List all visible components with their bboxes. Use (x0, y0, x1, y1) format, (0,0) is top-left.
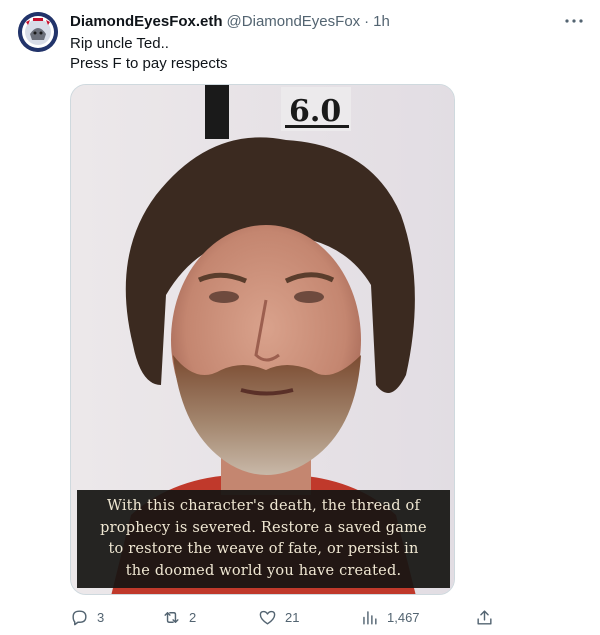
tweet[interactable]: DiamondEyesFox.eth @DiamondEyesFox · 1h … (0, 0, 600, 635)
share-icon (477, 609, 492, 625)
caption-line: prophecy is severed. Restore a saved gam… (100, 519, 427, 536)
tweet-time[interactable]: 1h (373, 13, 390, 30)
more-icon[interactable] (563, 12, 585, 30)
tweet-text: Rip uncle Ted.. Press F to pay respects (70, 34, 228, 74)
author-handle[interactable]: @DiamondEyesFox (227, 13, 361, 30)
caption-line: the doomed world you have created. (125, 562, 402, 579)
like-button[interactable]: 21 (258, 606, 299, 628)
tweet-image[interactable]: 6.0 With this character's death, the thr… (70, 84, 455, 595)
like-count: 21 (285, 609, 300, 625)
height-placard: 6.0 (289, 94, 341, 129)
game-over-caption: With this character's death, the thread … (77, 490, 450, 588)
retweet-button[interactable]: 2 (162, 606, 196, 628)
tweet-header: DiamondEyesFox.eth @DiamondEyesFox · 1h (70, 11, 390, 31)
caption-line: to restore the weave of fate, or persist… (108, 541, 419, 557)
reply-button[interactable]: 3 (70, 606, 104, 628)
avatar[interactable] (18, 12, 58, 52)
author-name[interactable]: DiamondEyesFox.eth (70, 13, 223, 30)
tweet-text-line: Press F to pay respects (70, 55, 228, 72)
tweet-actions: 3 2 21 1,467 (70, 606, 500, 628)
reply-count: 3 (97, 609, 105, 625)
tweet-text-line: Rip uncle Ted.. (70, 35, 169, 52)
retweet-count: 2 (189, 609, 197, 625)
views-count: 1,467 (387, 609, 420, 625)
heart-icon (259, 610, 276, 625)
retweet-icon (164, 611, 179, 623)
reply-icon (72, 609, 87, 625)
views-icon (363, 610, 377, 625)
share-button[interactable] (475, 606, 494, 628)
views-button[interactable]: 1,467 (360, 606, 420, 628)
caption-line: With this character's death, the thread … (106, 498, 421, 514)
separator-dot: · (364, 12, 370, 30)
